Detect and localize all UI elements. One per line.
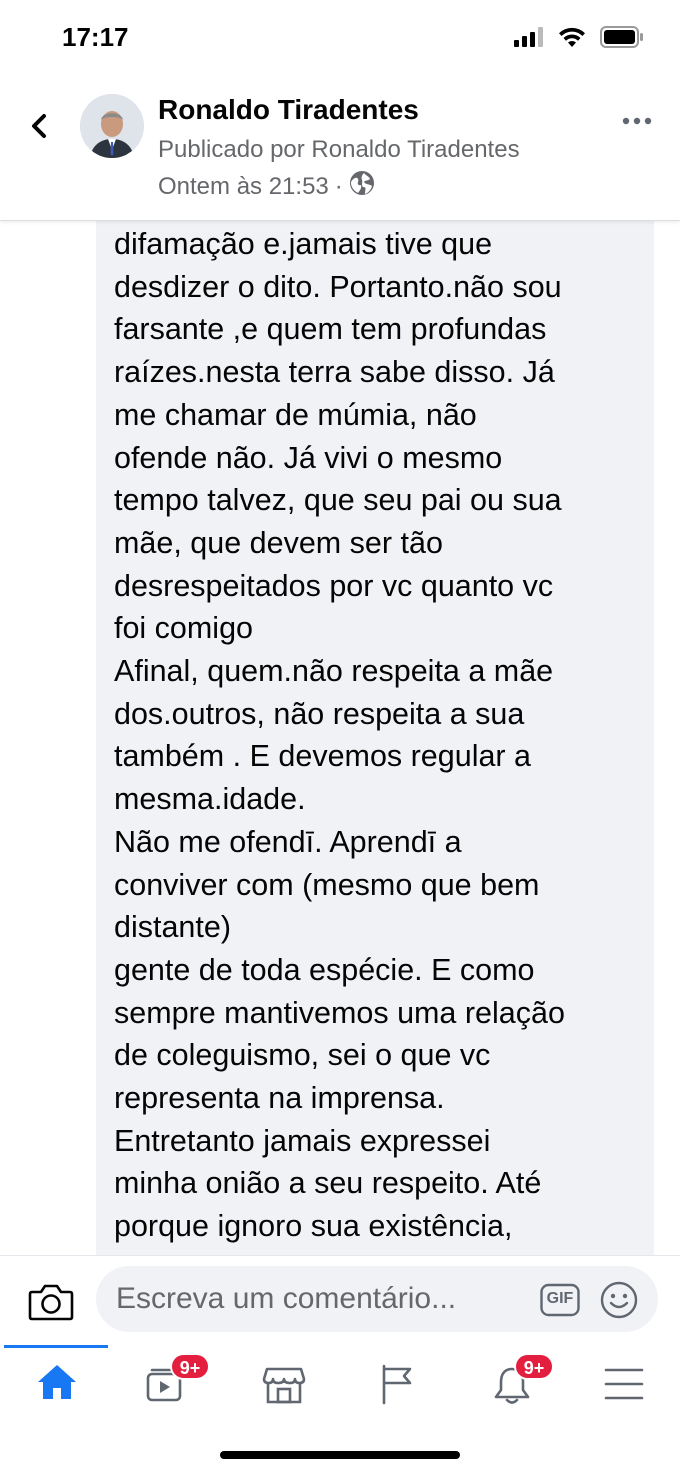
- comment-line: me chamar de múmia, não: [114, 397, 477, 432]
- post-header: Ronaldo Tiradentes Publicado por Ronaldo…: [0, 80, 680, 221]
- comment-line: conviver com (mesmo que bem: [114, 867, 540, 902]
- more-horizontal-icon: [622, 114, 652, 131]
- gif-button[interactable]: GIF: [540, 1283, 580, 1317]
- comment-text: difamação e.jamais tive que desdizer o d…: [114, 223, 644, 1248]
- status-bar: 17:17: [0, 0, 680, 80]
- meta-separator: ·: [334, 172, 343, 200]
- camera-button[interactable]: [28, 1282, 74, 1322]
- comment-line: foi comigo: [114, 611, 254, 646]
- chevron-left-icon: [22, 114, 56, 150]
- nav-marketplace[interactable]: [244, 1359, 324, 1419]
- globe-icon: [349, 170, 375, 203]
- nav-pages[interactable]: [358, 1359, 438, 1419]
- comment-scroll-area[interactable]: difamação e.jamais tive que desdizer o d…: [0, 221, 680, 1255]
- battery-icon: [600, 26, 644, 53]
- comment-line: Não me ofendī. Aprendī a: [114, 824, 462, 859]
- comment-line: desrespeitados por vc quanto vc: [114, 568, 554, 603]
- comment-line: também . E devemos regular a: [114, 739, 532, 774]
- status-icons: [514, 26, 644, 53]
- menu-icon: [604, 1367, 644, 1406]
- comment-line: difamação e.jamais tive que: [114, 227, 493, 261]
- wifi-icon: [558, 26, 586, 53]
- comment-line: Afinal, quem.não respeita a mãe: [114, 654, 554, 689]
- home-icon: [36, 1363, 78, 1406]
- comment-line: raízes.nesta terra sabe disso. Já: [114, 355, 555, 390]
- marketplace-icon: [262, 1365, 306, 1410]
- comment-line: sempre mantivemos uma relação: [114, 995, 565, 1030]
- comment-line: mãe, que devem ser tão: [114, 525, 443, 560]
- flag-icon: [378, 1363, 418, 1410]
- author-avatar[interactable]: [80, 94, 144, 158]
- comment-line: desdizer o dito. Portanto.não sou: [114, 269, 562, 304]
- comment-line: ofende não. Já vivi o mesmo: [114, 440, 503, 475]
- nav-home[interactable]: [16, 1359, 96, 1419]
- watch-badge: 9+: [170, 1353, 210, 1380]
- author-name[interactable]: Ronaldo Tiradentes: [158, 94, 419, 126]
- comment-line: distante): [114, 910, 231, 945]
- comment-line: farsante ,e quem tem profundas: [114, 312, 547, 347]
- notifications-badge: 9+: [514, 1353, 554, 1380]
- camera-icon: [28, 1284, 74, 1326]
- home-indicator[interactable]: [220, 1451, 460, 1459]
- status-time: 17:17: [62, 22, 129, 52]
- comment-line: de coleguismo, sei o que vc: [114, 1038, 491, 1073]
- emoji-button[interactable]: [600, 1281, 638, 1319]
- post-meta: Ontem às 21:53 ·: [158, 170, 375, 203]
- comment-bubble[interactable]: difamação e.jamais tive que desdizer o d…: [96, 221, 654, 1255]
- gif-label: GIF: [546, 1290, 574, 1307]
- comment-line: dos.outros, não respeita a sua: [114, 696, 525, 731]
- comment-line: porque ignoro sua existência,: [114, 1209, 513, 1244]
- signal-icon: [514, 27, 544, 52]
- active-tab-indicator: [4, 1345, 108, 1348]
- comment-line: Entretanto jamais expressei: [114, 1123, 491, 1158]
- nav-notifications[interactable]: 9+: [472, 1353, 554, 1419]
- nav-menu[interactable]: [584, 1359, 664, 1419]
- more-options-button[interactable]: [622, 114, 652, 126]
- nav-watch[interactable]: 9+: [126, 1353, 210, 1419]
- comment-line: mesma.idade.: [114, 782, 306, 817]
- comment-line: tempo talvez, que seu pai ou sua: [114, 483, 562, 518]
- smiley-icon: [600, 1281, 638, 1323]
- comment-composer: GIF: [0, 1255, 680, 1346]
- comment-line: representa na imprensa.: [114, 1081, 445, 1116]
- comment-line: minha onião a seu respeito. Até: [114, 1166, 542, 1201]
- comment-line: gente de toda espécie. E como: [114, 952, 535, 987]
- published-by-text: Publicado por Ronaldo Tiradentes: [158, 136, 520, 163]
- post-timestamp[interactable]: Ontem às 21:53: [158, 173, 329, 201]
- back-button[interactable]: [22, 106, 56, 146]
